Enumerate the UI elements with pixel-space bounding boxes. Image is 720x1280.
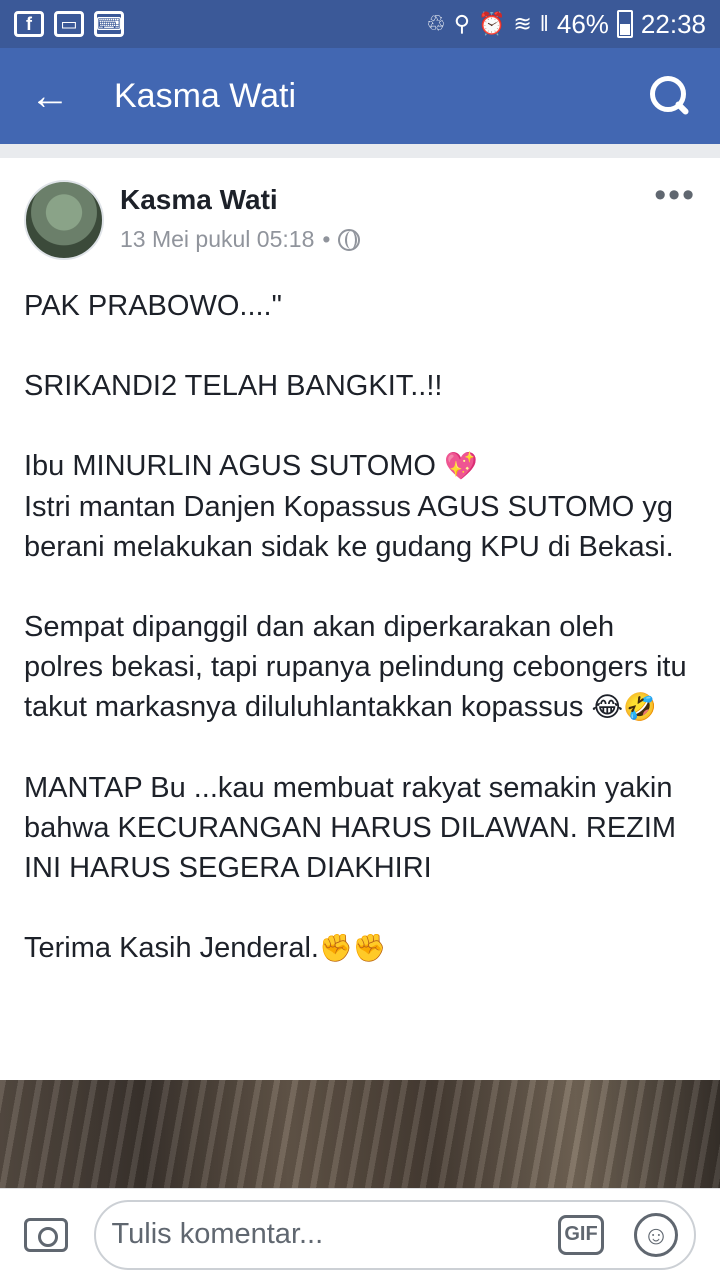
post-line-text: Ibu MINURLIN AGUS SUTOMO — [24, 450, 445, 482]
post-line: SRIKANDI2 TELAH BANGKIT..!! — [24, 370, 443, 402]
post-header: Kasma Wati 13 Mei pukul 05:18 • ••• — [24, 178, 696, 262]
alarm-icon: ⏰ — [477, 11, 506, 36]
post-line-text: Sempat dipanggil dan akan diperkarakan o… — [24, 611, 687, 723]
system-status: ♲ ⚲ ⏰ ≋ ‖ 46% 22:38 — [426, 9, 706, 40]
post-line: PAK PRABOWO...." — [24, 290, 282, 322]
clock: 22:38 — [640, 8, 706, 39]
post-timestamp[interactable]: 13 Mei pukul 05:18 — [120, 226, 314, 253]
post-meta: Kasma Wati 13 Mei pukul 05:18 • — [120, 180, 361, 262]
section-divider — [0, 144, 720, 158]
search-icon[interactable] — [650, 76, 690, 116]
location-icon: ⚲ — [453, 11, 470, 36]
avatar[interactable] — [24, 180, 104, 260]
battery-percent: 46% — [556, 8, 609, 39]
post-line: Ibu MINURLIN AGUS SUTOMO 💖 — [24, 446, 696, 487]
post-line: Istri mantan Danjen Kopassus AGUS SUTOMO… — [24, 491, 674, 563]
emoji-icon[interactable]: ☺ — [634, 1212, 678, 1257]
post-line-text: Terima Kasih Jenderal. — [24, 932, 319, 964]
globe-icon — [338, 228, 361, 251]
comment-placeholder: Tulis komentar... — [111, 1218, 324, 1250]
post-line: Terima Kasih Jenderal.✊✊ — [24, 928, 696, 969]
signal-icon: ‖ — [539, 11, 549, 36]
facebook-icon: f — [14, 11, 44, 37]
timestamp-row: 13 Mei pukul 05:18 • — [120, 226, 361, 253]
app-header: ← Kasma Wati — [0, 48, 720, 144]
post-body: PAK PRABOWO...." SRIKANDI2 TELAH BANGKIT… — [24, 286, 696, 969]
wifi-icon: ≋ — [513, 11, 532, 36]
back-arrow-icon[interactable]: ← — [30, 74, 80, 119]
car-icon: ▭ — [54, 11, 84, 37]
laughing-emoji: 😂🤣 — [591, 692, 657, 723]
battery-icon — [616, 10, 633, 38]
page-title: Kasma Wati — [114, 76, 297, 115]
post-line: MANTAP Bu ...kau membuat rakyat semakin … — [24, 772, 677, 884]
gif-icon[interactable]: GIF — [558, 1214, 604, 1255]
post-image[interactable] — [0, 1080, 720, 1188]
more-options-icon[interactable]: ••• — [654, 178, 696, 262]
meta-separator: • — [322, 226, 331, 252]
post-line: Sempat dipanggil dan akan diperkarakan o… — [24, 607, 696, 728]
fist-emoji: ✊✊ — [318, 933, 387, 964]
comment-bar: Tulis komentar... GIF ☺ — [0, 1188, 720, 1280]
camera-icon[interactable] — [24, 1217, 68, 1252]
status-bar: f ▭ ⌨ ♲ ⚲ ⏰ ≋ ‖ 46% 22:38 — [0, 0, 720, 48]
recycle-icon: ♲ — [426, 11, 446, 36]
keyboard-icon: ⌨ — [94, 11, 124, 37]
comment-input[interactable]: Tulis komentar... GIF ☺ — [93, 1199, 696, 1270]
author-name[interactable]: Kasma Wati — [120, 184, 360, 216]
notification-icons: f ▭ ⌨ — [14, 11, 124, 37]
sparkling-heart-emoji: 💖 — [444, 451, 478, 482]
